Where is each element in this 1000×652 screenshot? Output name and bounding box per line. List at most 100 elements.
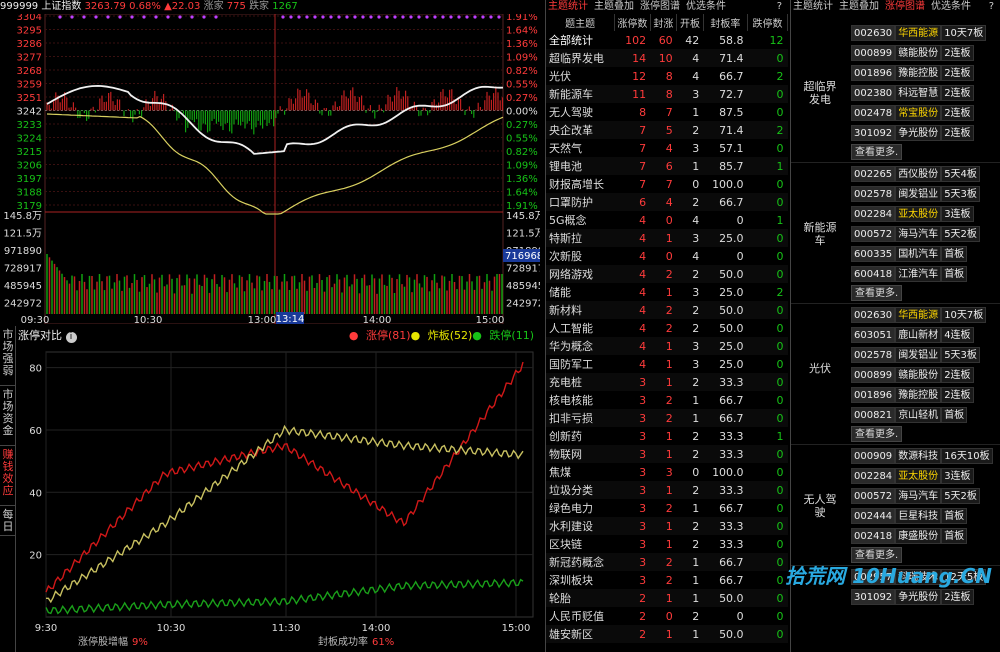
signal-dot [190, 15, 194, 19]
table-row[interactable]: 次新股 4 0 4 0 0 [546, 247, 788, 265]
table-row[interactable]: 国防军工 4 1 3 25.0 0 [546, 355, 788, 373]
stock-chip[interactable]: 000909 数源科技 16天10板 [851, 447, 1000, 465]
cell: 4 [639, 231, 647, 245]
table-row[interactable]: 超临界发电 14 10 4 71.4 0 [546, 49, 788, 67]
table-row[interactable]: 财报高增长 7 7 0 100.0 0 [546, 175, 788, 193]
table-row[interactable]: 区块链 3 1 2 33.3 0 [546, 535, 788, 553]
cell: 33.3 [719, 447, 744, 461]
table-row[interactable]: 人民币贬值 2 0 2 0 0 [546, 607, 788, 625]
table-row[interactable]: 网络游戏 4 2 2 50.0 0 [546, 265, 788, 283]
view-more-button[interactable]: 查看更多. [851, 144, 903, 160]
theme-name: 绿色电力 [549, 502, 593, 515]
mid-tab-4[interactable]: ? [777, 0, 782, 14]
stock-chip[interactable]: 002284 亚太股份 3连板 [851, 467, 1000, 485]
board-count: 5天4板 [941, 166, 980, 182]
table-row[interactable]: 人工智能 4 2 2 50.0 0 [546, 319, 788, 337]
intraday-chart[interactable]: 3304 1.91% 3295 1.64% 3286 1.36% 3277 1.09% 3268… [0, 14, 540, 324]
mid-tab-0[interactable]: 主题统计 [548, 0, 588, 14]
right-tab-2[interactable]: 涨停图谱 [885, 0, 925, 14]
right-tab-4[interactable]: ? [989, 0, 994, 14]
table-row[interactable]: 物联网 3 1 2 33.3 0 [546, 445, 788, 463]
stock-chip[interactable]: 000572 海马汽车 5天2板 [851, 225, 1000, 243]
column-header[interactable]: 封板率 [703, 14, 749, 31]
table-row[interactable]: 垃圾分类 3 1 2 33.3 0 [546, 481, 788, 499]
stock-chip[interactable]: 001896 豫能控股 2连板 [851, 386, 1000, 404]
stock-code: 000821 [851, 407, 896, 423]
table-row[interactable]: 锂电池 7 6 1 85.7 1 [546, 157, 788, 175]
table-row[interactable]: 充电桩 3 1 2 33.3 0 [546, 373, 788, 391]
stock-chip[interactable]: 002630 华西能源 10天7板 [851, 24, 1000, 42]
stock-chip[interactable]: 002578 闽发铝业 5天3板 [851, 185, 1000, 203]
table-row[interactable]: 特斯拉 4 1 3 25.0 0 [546, 229, 788, 247]
table-row[interactable]: 深圳板块 3 2 1 66.7 0 [546, 571, 788, 589]
column-header[interactable]: 开板 [676, 14, 704, 31]
table-row[interactable]: 新能源车 11 8 3 72.7 0 [546, 85, 788, 103]
table-row[interactable]: 光伏 12 8 4 66.7 2 [546, 67, 788, 85]
cell: 1 [665, 537, 673, 551]
table-row[interactable]: 央企改革 7 5 2 71.4 2 [546, 121, 788, 139]
mid-tab-3[interactable]: 优选条件 [686, 0, 726, 14]
stock-chip[interactable]: 603051 鹿山新材 4连板 [851, 326, 1000, 344]
pct-tick: 1.36% [506, 39, 538, 50]
cell: 0 [776, 573, 784, 587]
stock-chip[interactable]: 600335 国机汽车 首板 [851, 245, 1000, 263]
stock-chip[interactable]: 301092 争光股份 2连板 [851, 124, 1000, 142]
stock-name: 赣能股份 [895, 45, 942, 61]
stock-chip[interactable]: 000899 赣能股份 2连板 [851, 44, 1000, 62]
table-row[interactable]: 绿色电力 3 2 1 66.7 0 [546, 499, 788, 517]
mid-tab-1[interactable]: 主题叠加 [594, 0, 634, 14]
signal-dot [329, 15, 333, 19]
cell: 2 [692, 375, 700, 389]
stock-chip[interactable]: 000821 京山轻机 首板 [851, 406, 1000, 424]
table-row[interactable]: 天然气 7 4 3 57.1 0 [546, 139, 788, 157]
stock-chip[interactable]: 600418 江淮汽车 首板 [851, 265, 1000, 283]
table-row[interactable]: 核电核能 3 2 1 66.7 0 [546, 391, 788, 409]
cell: 2 [776, 123, 784, 137]
view-more-button[interactable]: 查看更多. [851, 285, 903, 301]
stock-chip[interactable]: 002444 巨星科技 首板 [851, 507, 1000, 525]
stock-chip[interactable]: 000572 海马汽车 5天2板 [851, 487, 1000, 505]
table-row[interactable]: 华为概念 4 1 3 25.0 0 [546, 337, 788, 355]
table-row[interactable]: 轮胎 2 1 1 50.0 0 [546, 589, 788, 607]
column-header[interactable]: 跌停数 [747, 14, 788, 31]
right-tab-3[interactable]: 优选条件 [931, 0, 971, 14]
table-row[interactable]: 无人驾驶 8 7 1 87.5 0 [546, 103, 788, 121]
compare-title-bar: 涨停对比 i ● 涨停(81)● 炸板(52)● 跌停(11) [18, 327, 538, 343]
signal-dot [433, 15, 437, 19]
stock-chip[interactable]: 002284 亚太股份 3连板 [851, 205, 1000, 223]
table-row[interactable]: 新材料 4 2 2 50.0 0 [546, 301, 788, 319]
column-header[interactable]: 题主题 [546, 14, 616, 31]
side-tab-1[interactable]: 市场资金 [0, 386, 16, 446]
column-header[interactable]: 封涨 [650, 14, 678, 31]
table-row[interactable]: 储能 4 1 3 25.0 2 [546, 283, 788, 301]
side-tab-3[interactable]: 每日 [0, 506, 16, 536]
stock-code: 002630 [851, 25, 896, 41]
table-row[interactable]: 口罩防护 6 4 2 66.7 0 [546, 193, 788, 211]
column-header[interactable]: 涨停数 [614, 14, 651, 31]
table-row[interactable]: 新冠药概念 3 2 1 66.7 0 [546, 553, 788, 571]
side-tab-0[interactable]: 市场强弱 [0, 326, 16, 386]
stock-chip[interactable]: 002478 常宝股份 2连板 [851, 104, 1000, 122]
stock-chip[interactable]: 301092 争光股份 2连板 [851, 588, 1000, 606]
right-tab-1[interactable]: 主题叠加 [839, 0, 879, 14]
table-row[interactable]: 扣非亏损 3 2 1 66.7 0 [546, 409, 788, 427]
stock-name: 华西能源 [895, 25, 942, 41]
view-more-button[interactable]: 查看更多. [851, 426, 903, 442]
stock-chip[interactable]: 002265 西仪股份 5天4板 [851, 165, 1000, 183]
mid-tab-2[interactable]: 涨停图谱 [640, 0, 680, 14]
stock-chip[interactable]: 000899 赣能股份 2连板 [851, 366, 1000, 384]
stock-chip[interactable]: 002630 华西能源 10天7板 [851, 306, 1000, 324]
table-row[interactable]: 5G概念 4 0 4 0 1 [546, 211, 788, 229]
stock-chip[interactable]: 002418 康盛股份 首板 [851, 527, 1000, 545]
table-row[interactable]: 焦煤 3 3 0 100.0 0 [546, 463, 788, 481]
table-row[interactable]: 创新药 3 1 2 33.3 1 [546, 427, 788, 445]
price-tick: 3197 [17, 174, 42, 185]
table-row[interactable]: 雄安新区 2 1 1 50.0 0 [546, 625, 788, 643]
side-tab-2[interactable]: 赚钱效应 [0, 446, 16, 506]
stock-chip[interactable]: 001896 豫能控股 2连板 [851, 64, 1000, 82]
stock-chip[interactable]: 002578 闽发铝业 5天3板 [851, 346, 1000, 364]
stock-chip[interactable]: 002380 科远智慧 2连板 [851, 84, 1000, 102]
right-tab-0[interactable]: 主题统计 [793, 0, 833, 14]
table-row[interactable]: 全部统计 102 60 42 58.8 12 [546, 31, 788, 49]
table-row[interactable]: 水利建设 3 1 2 33.3 0 [546, 517, 788, 535]
